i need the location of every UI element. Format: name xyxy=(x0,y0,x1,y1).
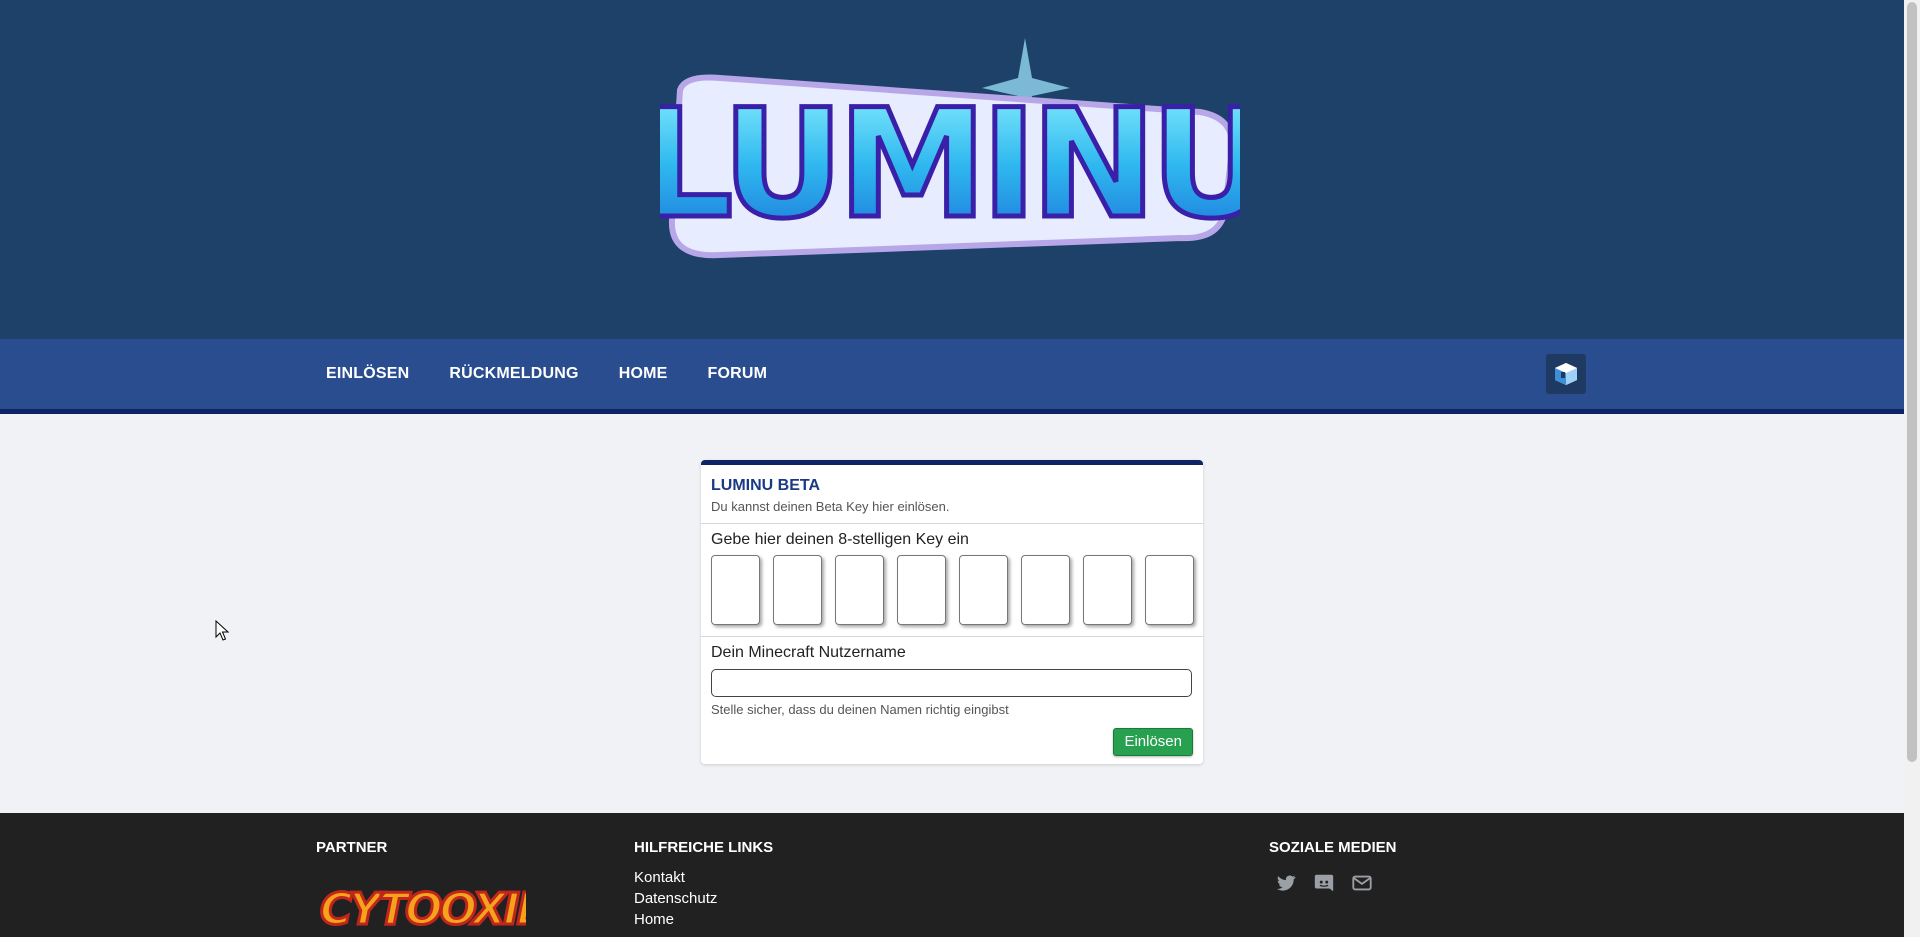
footer-link-kontakt[interactable]: Kontakt xyxy=(634,869,773,886)
links-column: HILFREICHE LINKS Kontakt Datenschutz Hom… xyxy=(634,839,773,932)
logo-text: LUMINU xyxy=(660,78,1240,252)
partner-heading: PARTNER xyxy=(316,839,388,856)
username-section: Dein Minecraft Nutzername Stelle sicher,… xyxy=(701,637,1203,727)
key-digit-8[interactable] xyxy=(1145,555,1194,625)
card-title: LUMINU BETA xyxy=(711,477,821,494)
discord-icon[interactable] xyxy=(1313,872,1335,894)
social-heading: SOZIALE MEDIEN xyxy=(1269,839,1397,856)
nav-item-rueckmeldung[interactable]: RÜCKMELDUNG xyxy=(449,365,578,383)
page-scrollbar[interactable] xyxy=(1904,0,1920,937)
card-header: LUMINU BETA Du kannst deinen Beta Key hi… xyxy=(701,465,1203,524)
username-input[interactable] xyxy=(711,669,1192,697)
scrollbar-thumb[interactable] xyxy=(1907,2,1917,762)
nav-items: EINLÖSEN RÜCKMELDUNG HOME FORUM xyxy=(326,339,767,409)
cube-avatar-icon xyxy=(1555,363,1577,385)
partner-logo[interactable]: CYTOOXIEN xyxy=(316,866,585,937)
main-nav: EINLÖSEN RÜCKMELDUNG HOME FORUM xyxy=(0,339,1904,414)
social-icons xyxy=(1275,872,1397,894)
partner-column: PARTNER CYTOOXIEN xyxy=(316,839,585,937)
key-input-group xyxy=(711,555,1194,625)
social-column: SOZIALE MEDIEN xyxy=(1269,839,1397,894)
mail-icon[interactable] xyxy=(1351,872,1373,894)
key-digit-7[interactable] xyxy=(1083,555,1132,625)
key-label: Gebe hier deinen 8-stelligen Key ein xyxy=(711,531,969,548)
mouse-cursor-icon xyxy=(215,620,230,641)
nav-item-einloesen[interactable]: EINLÖSEN xyxy=(326,365,409,383)
footer-links: Kontakt Datenschutz Home xyxy=(634,869,773,928)
links-heading: HILFREICHE LINKS xyxy=(634,839,774,856)
key-digit-6[interactable] xyxy=(1021,555,1070,625)
beta-key-card: LUMINU BETA Du kannst deinen Beta Key hi… xyxy=(701,460,1203,764)
user-avatar-button[interactable] xyxy=(1546,354,1586,394)
twitter-icon[interactable] xyxy=(1275,872,1297,894)
key-digit-1[interactable] xyxy=(711,555,760,625)
partner-logo-text: CYTOOXIEN xyxy=(320,884,526,935)
key-digit-3[interactable] xyxy=(835,555,884,625)
footer-link-datenschutz[interactable]: Datenschutz xyxy=(634,890,773,907)
einloesen-button[interactable]: Einlösen xyxy=(1113,728,1193,756)
nav-item-home[interactable]: HOME xyxy=(619,365,668,383)
site-footer: PARTNER CYTOOXIEN HILFREICHE LINKS Konta… xyxy=(0,813,1904,937)
key-digit-5[interactable] xyxy=(959,555,1008,625)
luminu-logo[interactable]: LUMINU xyxy=(635,30,1275,270)
username-label: Dein Minecraft Nutzername xyxy=(711,644,906,661)
card-subtitle: Du kannst deinen Beta Key hier einlösen. xyxy=(711,499,950,514)
site-header: LUMINU xyxy=(0,0,1904,339)
key-section: Gebe hier deinen 8-stelligen Key ein xyxy=(701,524,1203,637)
username-hint: Stelle sicher, dass du deinen Namen rich… xyxy=(711,702,1009,717)
key-digit-2[interactable] xyxy=(773,555,822,625)
footer-link-home[interactable]: Home xyxy=(634,911,773,928)
key-digit-4[interactable] xyxy=(897,555,946,625)
nav-item-forum[interactable]: FORUM xyxy=(708,365,768,383)
logo-graphic: LUMINU xyxy=(635,38,1275,259)
